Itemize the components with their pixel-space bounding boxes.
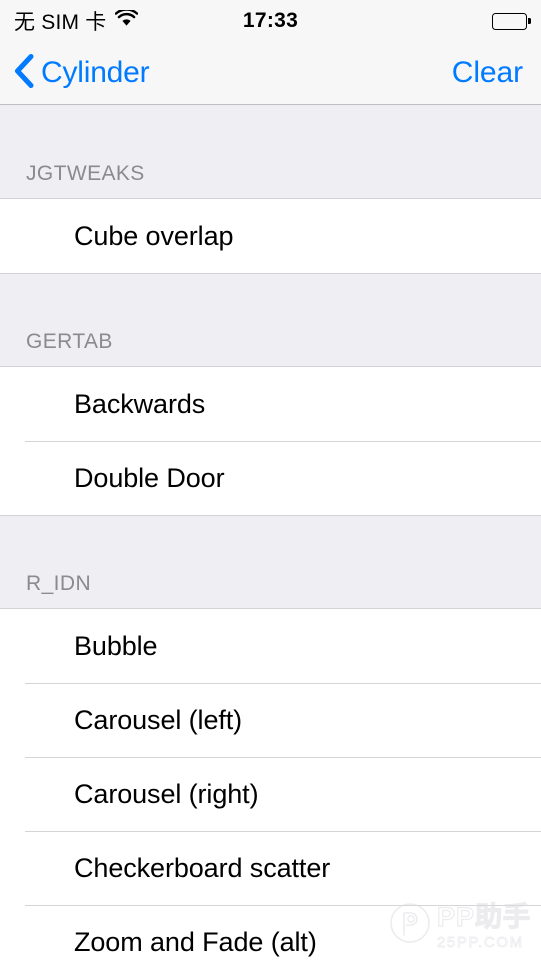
list-item[interactable]: Backwards <box>0 367 541 441</box>
battery-icon <box>492 12 527 30</box>
section-header: GERTAB <box>0 273 541 367</box>
list-item[interactable]: Cube overlap <box>0 199 541 273</box>
list-item[interactable]: Carousel (right) <box>0 757 541 831</box>
list-item-label: Cube overlap <box>74 220 234 251</box>
ios-settings-screen: 无 SIM 卡 17:33 Cylinder Clear JGTWEAKS Cu… <box>0 0 541 960</box>
clear-button[interactable]: Clear <box>452 56 523 90</box>
section-header: JGTWEAKS <box>0 105 541 199</box>
list-item-label: Backwards <box>74 388 206 419</box>
list-item[interactable]: Zoom and Fade (alt) <box>0 905 541 960</box>
list-item[interactable]: Double Door <box>0 441 541 515</box>
list-item-label: Bubble <box>74 630 158 661</box>
status-bar-left: 无 SIM 卡 <box>14 6 139 36</box>
section-header-label: GERTAB <box>26 330 113 353</box>
list-item-label: Carousel (right) <box>74 778 259 809</box>
list-item-label: Zoom and Fade (alt) <box>74 926 317 957</box>
wifi-icon <box>115 8 139 33</box>
back-button[interactable]: Cylinder <box>14 53 150 93</box>
navigation-bar: Cylinder Clear <box>0 42 541 105</box>
list-item[interactable]: Bubble <box>0 609 541 683</box>
list-item[interactable]: Carousel (left) <box>0 683 541 757</box>
section-header: R_IDN <box>0 515 541 609</box>
chevron-left-icon <box>14 53 34 93</box>
list-item[interactable]: Checkerboard scatter <box>0 831 541 905</box>
status-bar-right <box>492 12 527 30</box>
list-item-label: Double Door <box>74 462 225 493</box>
section-header-label: JGTWEAKS <box>26 162 145 185</box>
status-bar: 无 SIM 卡 17:33 <box>0 0 541 42</box>
section-header-label: R_IDN <box>26 572 92 595</box>
list-item-label: Checkerboard scatter <box>74 852 331 883</box>
back-button-label: Cylinder <box>41 56 150 89</box>
list-item-label: Carousel (left) <box>74 704 243 735</box>
carrier-label: 无 SIM 卡 <box>14 11 107 34</box>
settings-list: JGTWEAKS Cube overlap GERTAB Backwards Doubl… <box>0 105 541 960</box>
